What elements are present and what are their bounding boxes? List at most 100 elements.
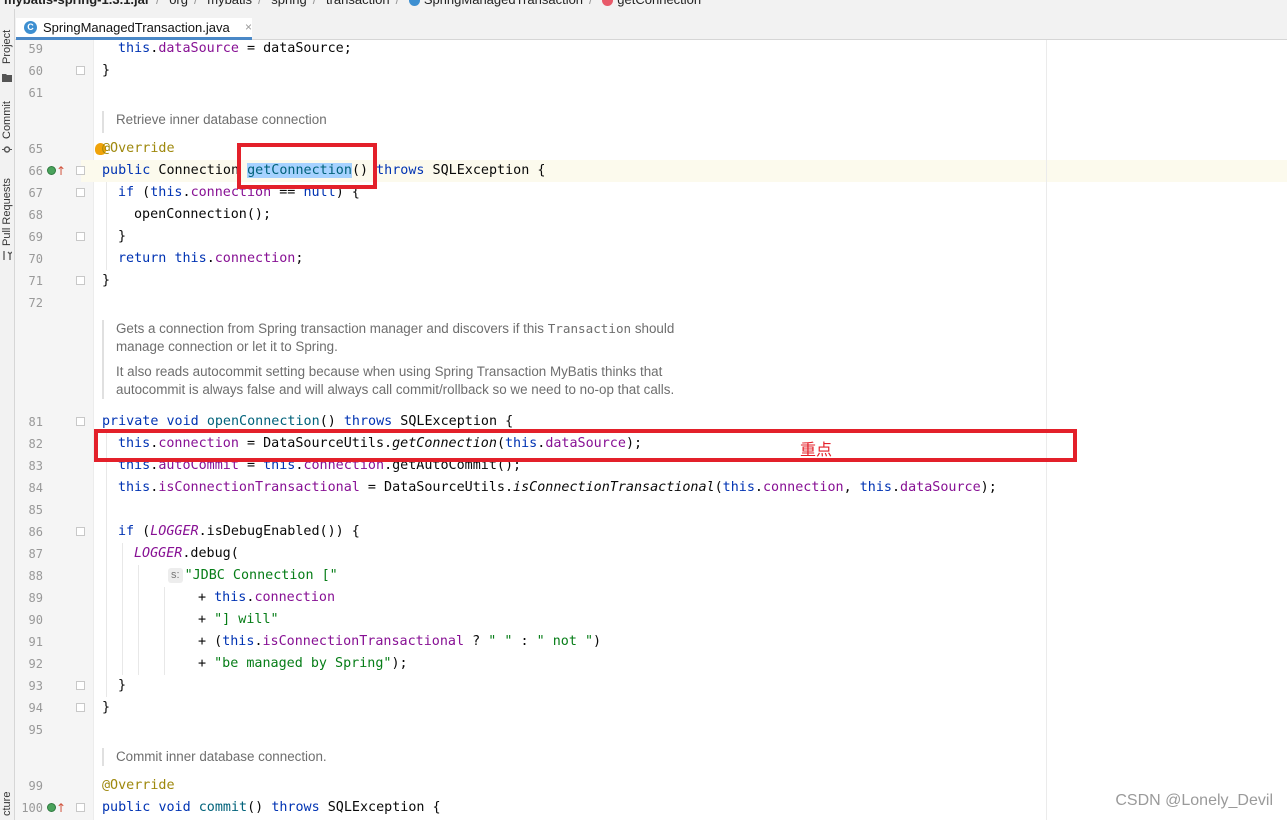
code-line-93[interactable]: } xyxy=(118,675,126,697)
overrides-method-icon[interactable] xyxy=(47,803,56,812)
code-line-89[interactable]: + this.connection xyxy=(198,587,335,609)
token: this xyxy=(222,634,255,649)
token: () xyxy=(319,414,344,429)
code-line-100[interactable]: public void commit() throws SQLException… xyxy=(102,797,441,819)
javadoc-text: Commit inner database connection. xyxy=(116,749,327,764)
line-number[interactable]: 83 xyxy=(15,455,43,477)
fold-toggle-icon[interactable] xyxy=(76,803,85,812)
line-number[interactable]: 90 xyxy=(15,609,43,631)
close-icon[interactable]: × xyxy=(245,18,252,37)
javadoc-text: Gets a connection from Spring transactio… xyxy=(116,320,674,338)
javadoc-text: manage connection or let it to Spring. xyxy=(116,339,338,354)
breadcrumb-transaction[interactable]: transaction xyxy=(326,0,390,9)
code-line-99[interactable]: @Override xyxy=(102,775,175,797)
code-line-92[interactable]: + "be managed by Spring"); xyxy=(198,653,408,675)
fold-toggle-icon[interactable] xyxy=(76,232,85,241)
token: this xyxy=(214,590,247,605)
editor-tab-bar: C SpringManagedTransaction.java × xyxy=(15,9,1287,40)
line-number[interactable]: 67 xyxy=(15,182,43,204)
fold-toggle-icon[interactable] xyxy=(76,66,85,75)
line-number[interactable]: 61 xyxy=(15,82,43,104)
line-number[interactable]: 66 xyxy=(15,160,43,182)
javadoc-retrieve: Retrieve inner database connection xyxy=(102,111,327,133)
token: " not " xyxy=(536,634,594,649)
token: : xyxy=(512,634,537,649)
token: SQLException { xyxy=(424,163,546,178)
code-line-59[interactable]: this.dataSource = dataSource; xyxy=(118,38,352,60)
fold-toggle-icon[interactable] xyxy=(76,166,85,175)
fold-toggle-icon[interactable] xyxy=(76,188,85,197)
tab-springmanagedtransaction[interactable]: C SpringManagedTransaction.java × xyxy=(16,18,252,40)
project-tool-tab[interactable]: Project xyxy=(0,23,15,71)
line-number[interactable]: 87 xyxy=(15,543,43,565)
line-number[interactable]: 89 xyxy=(15,587,43,609)
breadcrumb-spring[interactable]: spring xyxy=(271,0,306,9)
line-number[interactable]: 59 xyxy=(15,38,43,60)
token: = DataSourceUtils. xyxy=(359,480,514,495)
fold-toggle-icon[interactable] xyxy=(76,417,85,426)
code-line-70[interactable]: return this.connection; xyxy=(118,248,303,270)
code-line-65[interactable]: @Override xyxy=(102,138,175,160)
fold-toggle-icon[interactable] xyxy=(76,703,85,712)
line-number[interactable]: 69 xyxy=(15,226,43,248)
code-line-71[interactable]: } xyxy=(102,270,110,292)
line-number[interactable]: 60 xyxy=(15,60,43,82)
line-number[interactable]: 82 xyxy=(15,433,43,455)
breadcrumb-org[interactable]: org xyxy=(169,0,188,9)
token: this xyxy=(859,480,892,495)
commit-tool-tab[interactable]: Commit xyxy=(0,97,15,143)
token: "be managed by Spring" xyxy=(214,656,392,671)
line-number[interactable]: 85 xyxy=(15,499,43,521)
line-number[interactable]: 99 xyxy=(15,775,43,797)
breadcrumb-mybatis[interactable]: mybatis xyxy=(207,0,252,9)
code-line-87[interactable]: LOGGER.debug( xyxy=(134,543,239,565)
breadcrumb-class[interactable]: SpringManagedTransaction xyxy=(424,0,583,9)
breadcrumb-jar[interactable]: mybatis-spring-1.3.1.jar xyxy=(4,0,150,9)
token: throws xyxy=(343,414,393,429)
implements-arrow-icon[interactable]: ↑ xyxy=(56,165,66,177)
structure-tool-tab[interactable]: cture xyxy=(0,789,15,819)
code-line-60[interactable]: } xyxy=(102,60,110,82)
breadcrumb-method[interactable]: getConnection xyxy=(617,0,701,9)
code-line-91[interactable]: + (this.isConnectionTransactional ? " " … xyxy=(198,631,601,653)
code-line-88[interactable]: s: "JDBC Connection [" xyxy=(168,565,338,587)
line-number[interactable]: 84 xyxy=(15,477,43,499)
line-number[interactable]: 100 xyxy=(15,797,43,819)
token: ( xyxy=(134,524,151,539)
fold-toggle-icon[interactable] xyxy=(76,527,85,536)
fold-toggle-icon[interactable] xyxy=(76,681,85,690)
token: this xyxy=(722,480,755,495)
line-number[interactable]: 93 xyxy=(15,675,43,697)
line-number[interactable]: 65 xyxy=(15,138,43,160)
line-number[interactable]: 95 xyxy=(15,719,43,741)
token: . xyxy=(254,634,263,649)
token: + xyxy=(198,656,215,671)
fold-toggle-icon[interactable] xyxy=(76,276,85,285)
annotation-box-line-82 xyxy=(94,429,1077,462)
line-number[interactable]: 92 xyxy=(15,653,43,675)
line-number[interactable]: 88 xyxy=(15,565,43,587)
code-line-90[interactable]: + "] will" xyxy=(198,609,279,631)
code-line-94[interactable]: } xyxy=(102,697,110,719)
code-line-86[interactable]: if (LOGGER.isDebugEnabled()) { xyxy=(118,521,360,543)
implements-arrow-icon[interactable]: ↑ xyxy=(56,802,66,814)
overrides-method-icon[interactable] xyxy=(47,166,56,175)
line-number[interactable]: 70 xyxy=(15,248,43,270)
line-number[interactable]: 91 xyxy=(15,631,43,653)
token: throws xyxy=(271,800,320,815)
line-number[interactable]: 71 xyxy=(15,270,43,292)
line-number[interactable]: 86 xyxy=(15,521,43,543)
pull-requests-tool-tab[interactable]: Pull Requests xyxy=(0,175,15,249)
code-line-84[interactable]: this. isConnectionTransactional = DataSou… xyxy=(118,477,997,499)
line-number[interactable]: 81 xyxy=(15,411,43,433)
line-number[interactable]: 94 xyxy=(15,697,43,719)
token: .debug( xyxy=(182,546,239,561)
code-line-69[interactable]: } xyxy=(118,226,126,248)
line-number[interactable]: 72 xyxy=(15,292,43,314)
line-number[interactable]: 68 xyxy=(15,204,43,226)
token: connection xyxy=(214,251,296,266)
token: . xyxy=(891,480,901,495)
folder-icon xyxy=(2,74,12,82)
code-line-68[interactable]: openConnection(); xyxy=(134,204,271,226)
